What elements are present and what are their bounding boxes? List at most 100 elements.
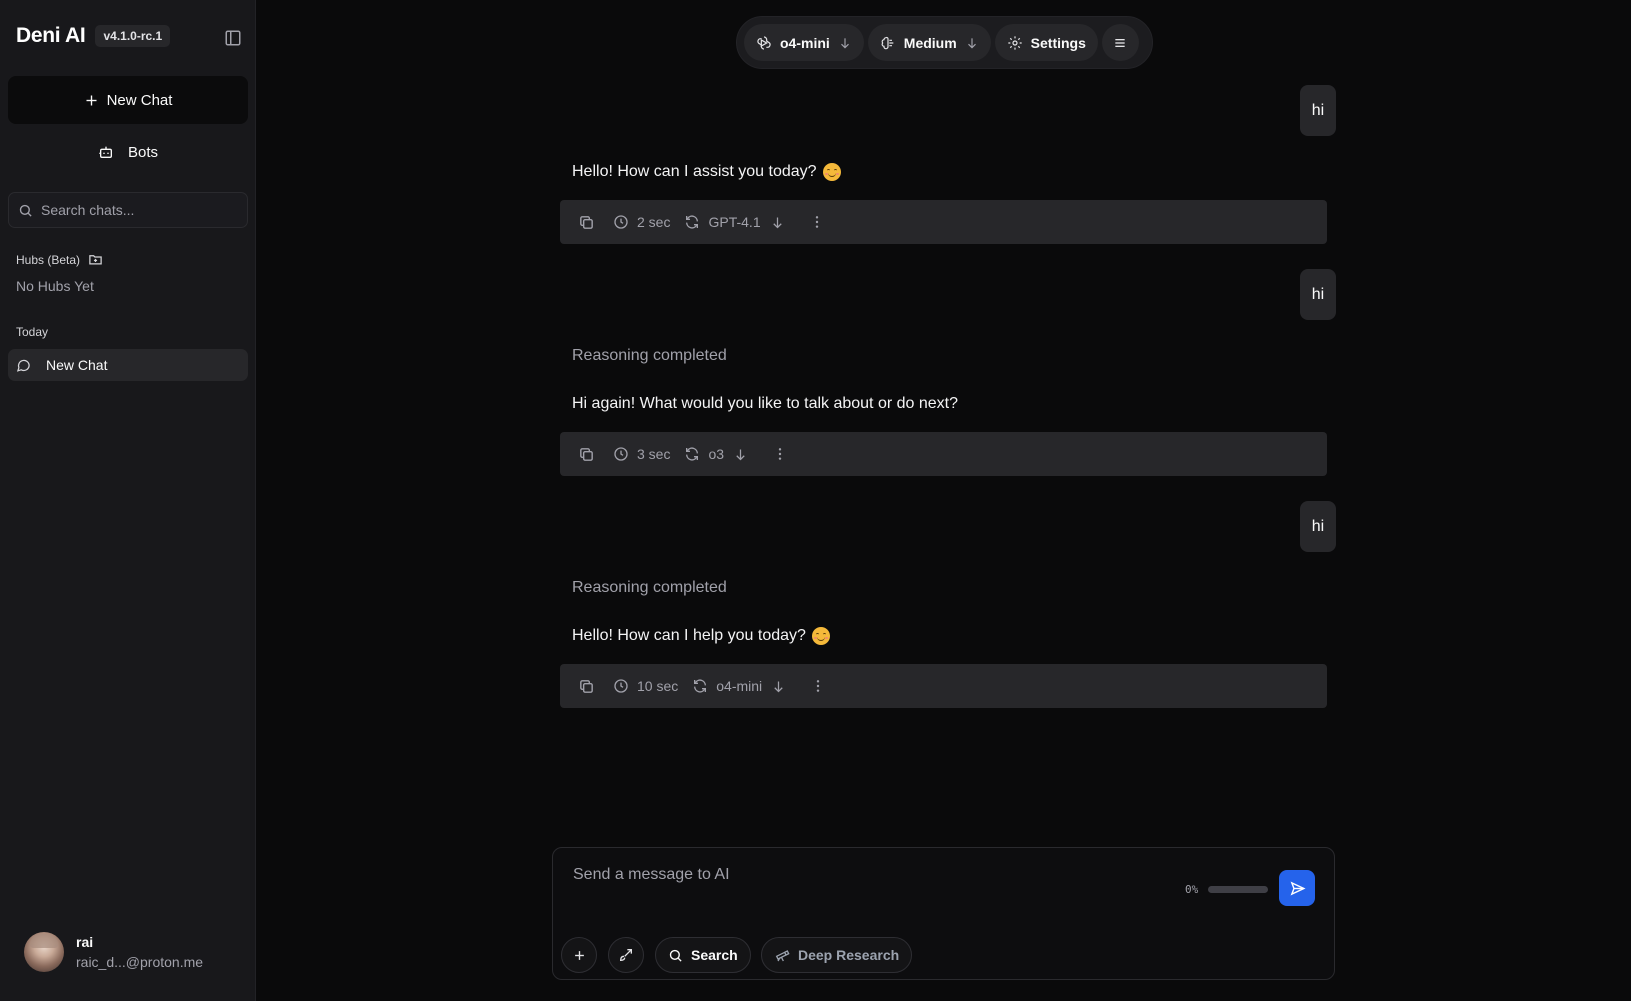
telescope-icon (774, 947, 790, 963)
regenerate-model-button[interactable]: o4-mini (692, 678, 762, 694)
user-email: raic_d...@proton.me (76, 954, 204, 970)
menu-icon (1112, 35, 1128, 51)
gear-icon (1007, 35, 1023, 51)
sidebar: Deni AI v4.1.0-rc.1 New Chat Bots Hubs (… (0, 0, 256, 1001)
regenerate-model-button[interactable]: o3 (684, 446, 724, 462)
message-model-label: o3 (708, 446, 725, 462)
refresh-icon (684, 446, 700, 462)
no-hubs-text: No Hubs Yet (16, 278, 94, 294)
openai-icon (756, 35, 772, 51)
chat-list-item[interactable]: New Chat (8, 349, 248, 381)
smiling-emoji-icon (811, 627, 830, 645)
clock-icon (613, 214, 629, 230)
new-chat-label: New Chat (106, 91, 173, 109)
hubs-heading: Hubs (Beta) (16, 252, 103, 267)
message-model-label: GPT-4.1 (708, 214, 761, 230)
arrow-down-icon[interactable] (770, 215, 785, 230)
bot-icon (98, 144, 114, 160)
assistant-message-text: Hello! How can I assist you today? (572, 163, 817, 180)
reasoning-effort-selector[interactable]: Medium (867, 24, 991, 61)
menu-button[interactable] (1101, 24, 1139, 61)
message-model-label: o4-mini (716, 678, 763, 694)
bots-label: Bots (127, 143, 158, 161)
copy-icon[interactable] (578, 678, 595, 695)
hubs-label: Hubs (Beta) (16, 252, 81, 267)
message-input[interactable] (573, 866, 1133, 896)
brand: Deni AI v4.1.0-rc.1 (16, 24, 171, 48)
assistant-message-text: Hi again! What would you like to talk ab… (572, 395, 958, 412)
deep-research-label: Deep Research (798, 947, 900, 963)
folder-plus-icon[interactable] (88, 252, 103, 267)
arrow-down-icon (838, 36, 852, 50)
message-actions-bar: 10 sec o4-mini (560, 664, 1327, 708)
duration-label: 2 sec (637, 214, 671, 230)
search-toggle-label: Search (691, 947, 738, 963)
message-circle-icon (16, 358, 31, 373)
send-button[interactable] (1279, 870, 1315, 906)
user-message: hi (1300, 501, 1336, 552)
avatar (24, 932, 64, 972)
context-usage-label: 0% (1185, 883, 1199, 896)
settings-label: Settings (1030, 34, 1086, 51)
reasoning-status[interactable]: Reasoning completed (572, 579, 727, 597)
new-chat-button[interactable]: New Chat (8, 76, 248, 124)
context-usage-bar (1208, 886, 1268, 893)
refresh-icon (692, 678, 708, 694)
clock-icon (613, 678, 629, 694)
deep-research-button[interactable]: Deep Research (761, 937, 913, 973)
clock-icon (613, 446, 629, 462)
brand-title: Deni AI (16, 24, 86, 47)
today-heading: Today (16, 325, 49, 339)
arrow-down-icon[interactable] (733, 447, 748, 462)
model-label: o4-mini (780, 34, 830, 51)
effort-label: Medium (903, 34, 957, 51)
brain-icon (880, 35, 896, 51)
reasoning-status[interactable]: Reasoning completed (572, 347, 727, 365)
smiling-emoji-icon (822, 163, 841, 181)
refresh-icon (684, 214, 700, 230)
more-vertical-icon[interactable] (772, 446, 788, 462)
arrow-down-icon (965, 36, 979, 50)
model-selector[interactable]: o4-mini (744, 24, 864, 61)
search-toggle-button[interactable]: Search (655, 937, 751, 973)
message-actions-bar: 3 sec o3 (560, 432, 1327, 476)
chat-item-label: New Chat (46, 357, 108, 373)
user-message: hi (1300, 269, 1336, 320)
search-chats-input[interactable] (41, 202, 231, 218)
message-actions-bar: 2 sec GPT-4.1 (560, 200, 1327, 244)
copy-icon[interactable] (578, 446, 595, 463)
settings-button[interactable]: Settings (994, 24, 1098, 61)
sidebar-toggle-icon[interactable] (224, 29, 242, 47)
app: Deni AI v4.1.0-rc.1 New Chat Bots Hubs (… (0, 0, 1631, 1001)
search-chats-field[interactable] (8, 192, 248, 228)
plus-icon (572, 948, 587, 963)
send-icon (1289, 880, 1306, 897)
response-time: 2 sec (613, 214, 670, 230)
search-icon (668, 948, 683, 963)
top-toolbar: o4-mini Medium Settings (736, 16, 1153, 69)
version-badge: v4.1.0-rc.1 (95, 25, 171, 47)
duration-label: 3 sec (637, 446, 671, 462)
user-message: hi (1300, 85, 1336, 136)
more-vertical-icon[interactable] (809, 214, 825, 230)
response-time: 10 sec (613, 678, 678, 694)
arrow-down-icon[interactable] (771, 679, 786, 694)
search-icon (18, 203, 33, 218)
user-profile[interactable]: rai raic_d...@proton.me (24, 932, 203, 972)
image-tool-button[interactable] (608, 937, 644, 973)
plus-icon (84, 93, 99, 108)
user-name: rai (76, 934, 94, 950)
duration-label: 10 sec (637, 678, 679, 694)
message-composer: 0% Search Deep Research (552, 847, 1335, 980)
assistant-message: Hello! How can I help you today? (572, 627, 830, 645)
brush-icon (618, 947, 634, 963)
regenerate-model-button[interactable]: GPT-4.1 (684, 214, 761, 230)
response-time: 3 sec (613, 446, 670, 462)
copy-icon[interactable] (578, 214, 595, 231)
more-vertical-icon[interactable] (810, 678, 826, 694)
assistant-message: Hello! How can I assist you today? (572, 163, 841, 181)
attach-button[interactable] (561, 937, 597, 973)
assistant-message: Hi again! What would you like to talk ab… (572, 395, 958, 413)
bots-button[interactable]: Bots (8, 134, 248, 170)
assistant-message-text: Hello! How can I help you today? (572, 627, 806, 644)
